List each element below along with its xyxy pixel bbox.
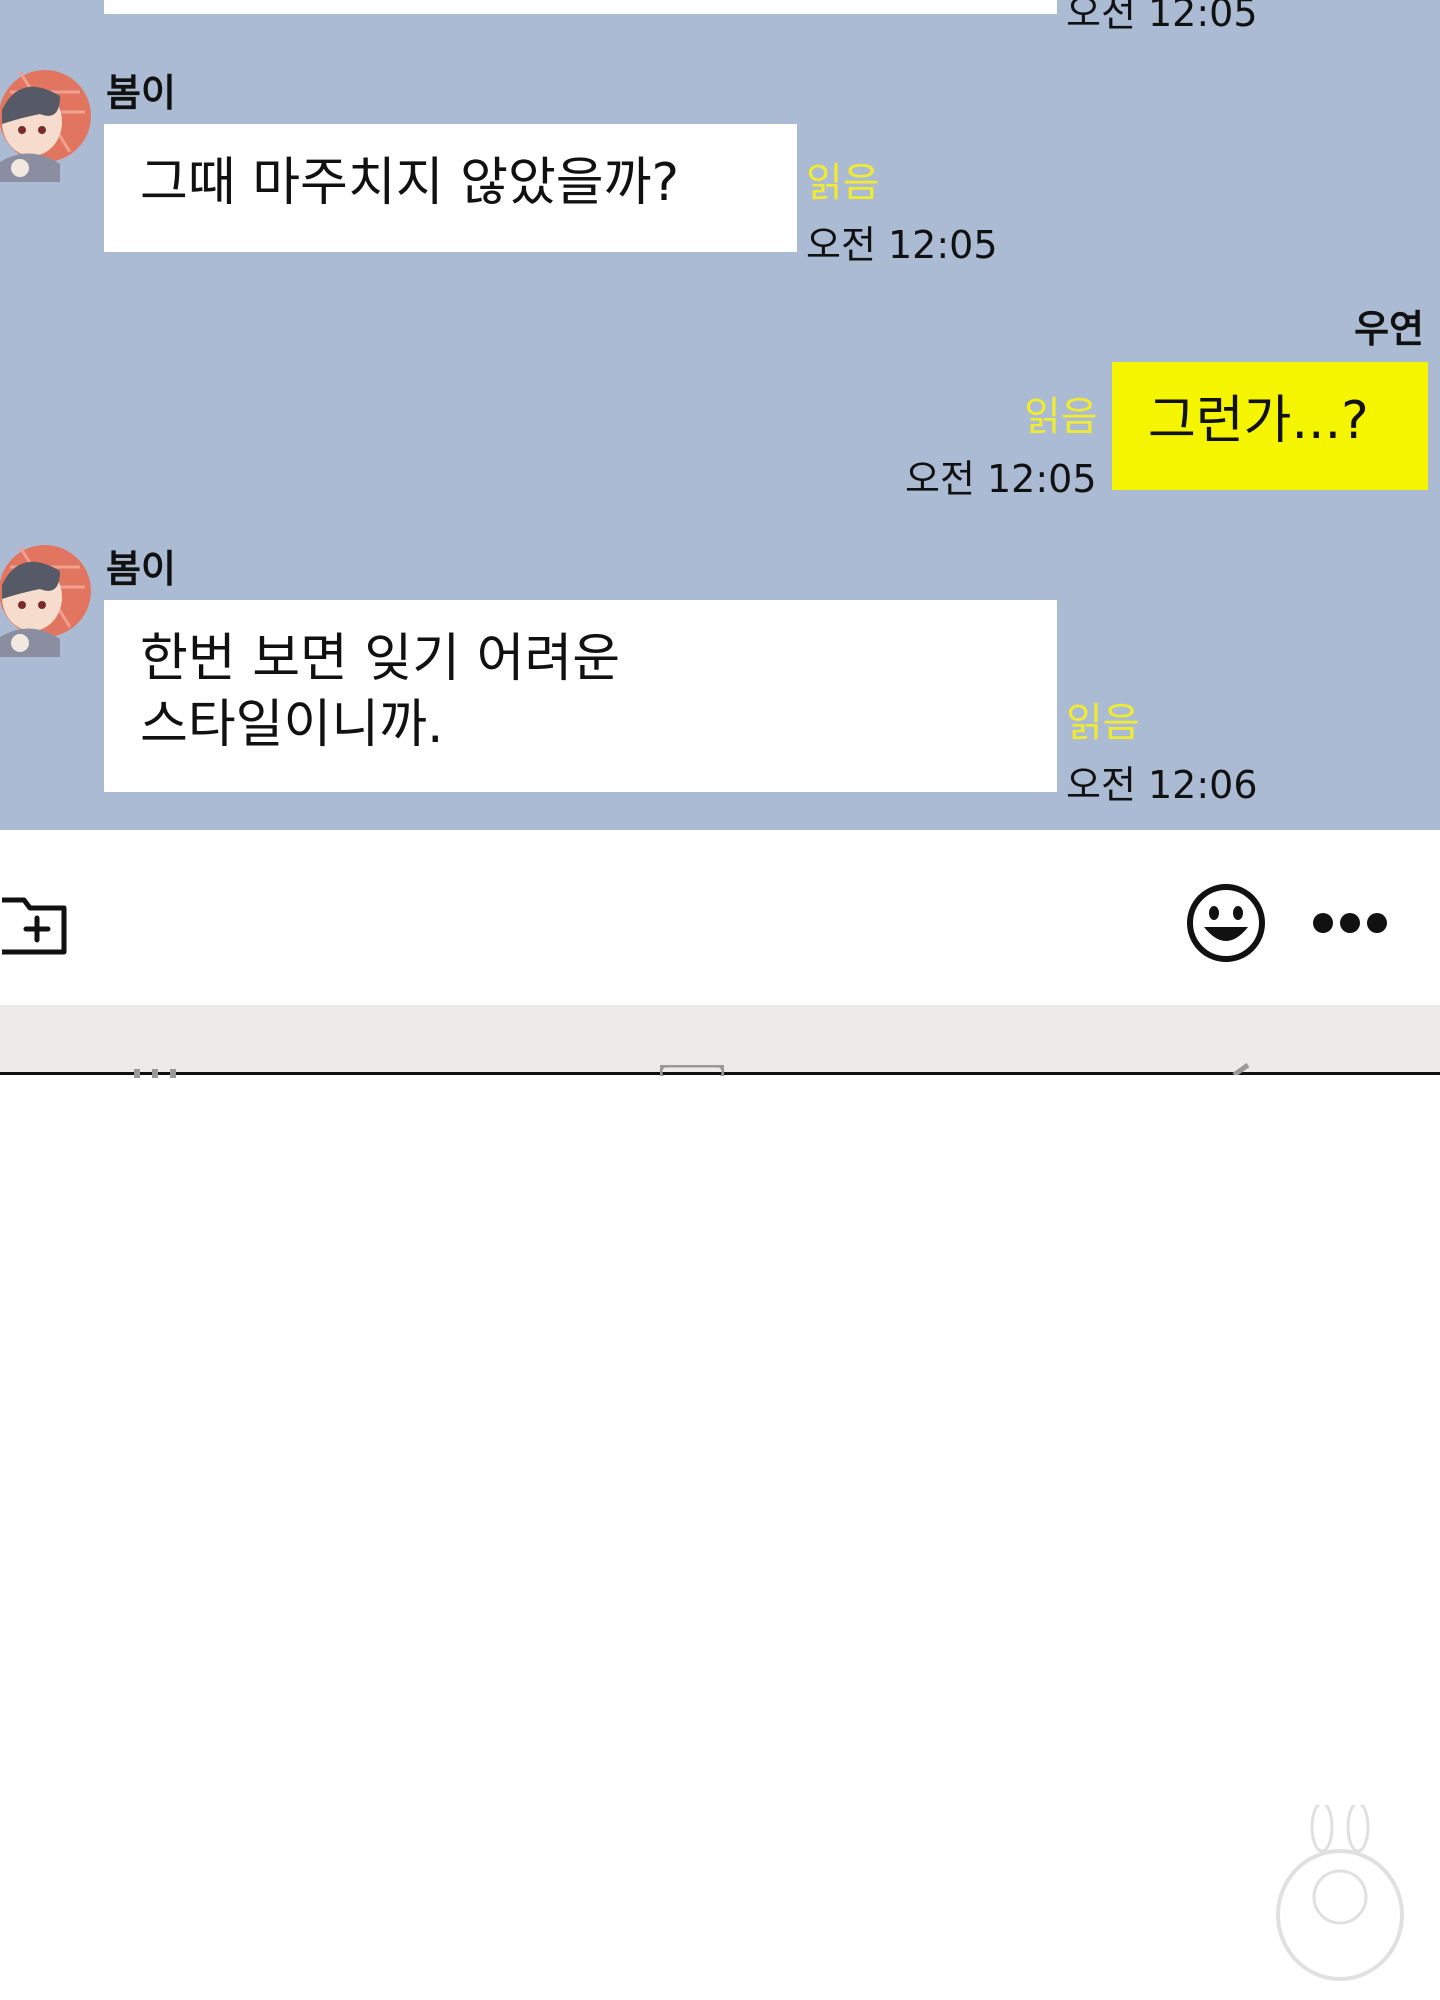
sender-name: 봄이: [106, 547, 176, 591]
sender-name: 우연: [1354, 307, 1424, 351]
recent-apps-icon[interactable]: [132, 1063, 178, 1078]
avatar[interactable]: [0, 52, 96, 182]
system-nav-bar: [0, 1005, 1440, 1082]
message-time: 오전 12:06: [1066, 763, 1258, 807]
message-bubble-received[interactable]: 그때 마주치지 않았을까?: [104, 124, 797, 252]
watermark-logo: [1260, 1801, 1420, 1985]
message-text: 그때 마주치지 않았을까?: [140, 153, 680, 213]
read-indicator: 읽음: [806, 160, 880, 206]
message-time: 오전 12:05: [806, 223, 998, 267]
read-indicator: 읽음: [1024, 394, 1098, 440]
message-bubble-sent[interactable]: 그런가...?: [1112, 362, 1428, 490]
more-dots-icon[interactable]: [1310, 910, 1390, 936]
smiley-icon[interactable]: [1186, 883, 1266, 963]
message-time-partial: 오전 12:05: [1066, 0, 1258, 35]
sender-name: 봄이: [106, 71, 176, 115]
input-bar: [0, 830, 1440, 1005]
message-time: 오전 12:05: [905, 457, 1097, 501]
read-indicator: 읽음: [1066, 700, 1140, 746]
message-bubble-partial: [104, 0, 1057, 14]
message-text: 한번 보면 잊기 어려운 스타일이니까.: [140, 629, 621, 755]
back-icon[interactable]: [1222, 1060, 1252, 1078]
message-text: 그런가...?: [1148, 391, 1369, 451]
home-icon[interactable]: [657, 1061, 727, 1082]
folder-plus-icon[interactable]: [0, 886, 70, 956]
message-bubble-received[interactable]: 한번 보면 잊기 어려운 스타일이니까.: [104, 600, 1057, 792]
chat-area: 오전 12:05 봄이 그때 마주치지 않았을까? 읽음 오전 12:05 우연…: [0, 0, 1440, 830]
avatar[interactable]: [0, 527, 96, 657]
